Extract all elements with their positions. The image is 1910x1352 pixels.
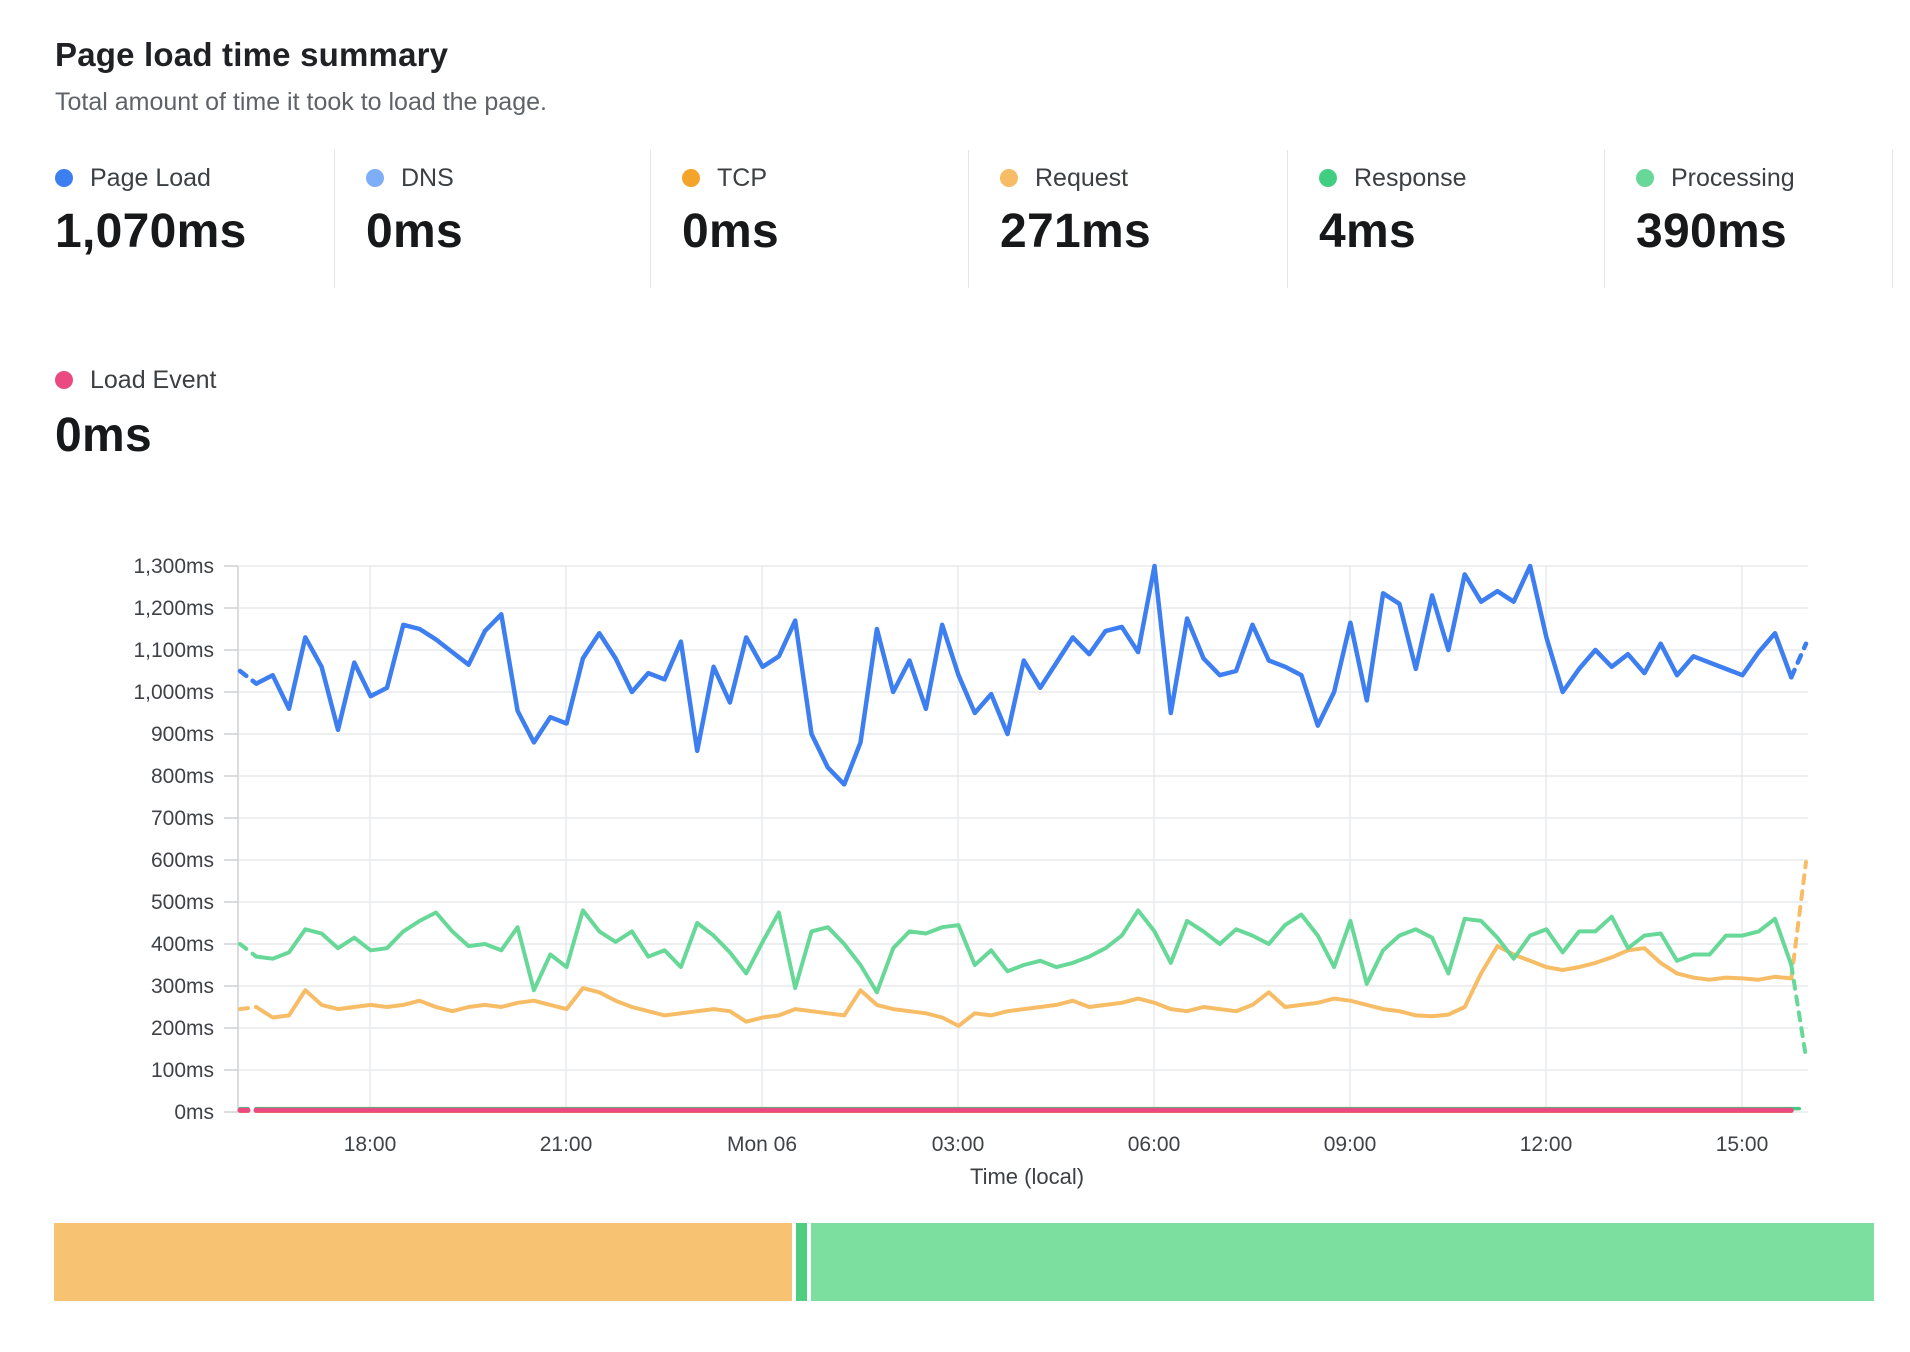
y-axis-label: 1,000ms [133, 681, 214, 704]
x-axis-label: 15:00 [1716, 1133, 1769, 1156]
y-axis-label: 1,100ms [133, 639, 214, 662]
series-line-processing [240, 944, 256, 957]
x-axis-label: 03:00 [932, 1133, 985, 1156]
page-title: Page load time summary [55, 36, 448, 74]
page-load-dot-icon [55, 169, 73, 187]
metric-label: Response [1354, 164, 1467, 193]
metric-label: TCP [717, 164, 767, 193]
tcp-dot-icon [682, 169, 700, 187]
y-axis-label: 200ms [151, 1017, 214, 1040]
metric-value: 4ms [1319, 204, 1604, 259]
metric-summary-row: Page Load 1,070ms DNS 0ms TCP 0ms Reques… [0, 150, 1895, 288]
x-axis-label: 06:00 [1128, 1133, 1181, 1156]
bar-segment-request [54, 1223, 792, 1301]
dns-dot-icon [366, 169, 384, 187]
x-axis-title: Time (local) [970, 1164, 1084, 1189]
metric-load-event: Load Event 0ms [55, 352, 217, 463]
series-line-page-load [256, 566, 1791, 784]
x-axis-label: Mon 06 [727, 1133, 797, 1156]
processing-dot-icon [1636, 169, 1654, 187]
y-axis-label: 600ms [151, 849, 214, 872]
metric-value: 0ms [366, 204, 650, 259]
metric-label: Page Load [90, 164, 211, 193]
bar-segment-response [796, 1223, 807, 1301]
chart-canvas[interactable]: 0ms 100ms 200ms 300ms 400ms 500ms 600ms 700ms 80… [0, 522, 1910, 1222]
load-time-chart[interactable]: 0ms 100ms 200ms 300ms 400ms 500ms 600ms 700ms 80… [0, 522, 1910, 1222]
y-axis-label: 1,200ms [133, 597, 214, 620]
series-line-request [240, 1007, 256, 1009]
y-axis-label: 100ms [151, 1059, 214, 1082]
metric-label: Load Event [90, 366, 217, 395]
x-axis-label: 18:00 [344, 1133, 397, 1156]
x-axis-label: 09:00 [1324, 1133, 1377, 1156]
metric-label: Request [1035, 164, 1128, 193]
metric-value: 390ms [1636, 204, 1892, 259]
y-axis-label: 1,300ms [133, 555, 214, 578]
x-axis-label: 12:00 [1520, 1133, 1573, 1156]
metric-label: Processing [1671, 164, 1795, 193]
y-axis-label: 800ms [151, 765, 214, 788]
metric-page-load: Page Load 1,070ms [0, 150, 334, 288]
response-dot-icon [1319, 169, 1337, 187]
y-axis-label: 700ms [151, 807, 214, 830]
metric-value: 0ms [55, 408, 217, 463]
metric-value: 1,070ms [55, 204, 334, 259]
y-axis-label: 500ms [151, 891, 214, 914]
metric-response: Response 4ms [1287, 150, 1604, 288]
page-subtitle: Total amount of time it took to load the… [55, 88, 547, 117]
y-axis-label: 400ms [151, 933, 214, 956]
metric-label: DNS [401, 164, 454, 193]
series-line-processing [1791, 965, 1806, 1057]
metric-value: 0ms [682, 204, 968, 259]
metric-value: 271ms [1000, 204, 1287, 259]
x-axis-label: 21:00 [540, 1133, 593, 1156]
series-line-request [1791, 862, 1806, 978]
series-line-processing [256, 910, 1791, 992]
metric-dns: DNS 0ms [334, 150, 650, 288]
metric-request: Request 271ms [968, 150, 1287, 288]
load-event-dot-icon [55, 371, 73, 389]
metric-tcp: TCP 0ms [650, 150, 968, 288]
series-line-page-load [1791, 644, 1806, 678]
load-time-proportion-bar [54, 1223, 1874, 1301]
bar-segment-processing [811, 1223, 1874, 1301]
metric-processing: Processing 390ms [1604, 150, 1893, 288]
y-axis-label: 300ms [151, 975, 214, 998]
y-axis-label: 900ms [151, 723, 214, 746]
series-line-page-load [240, 671, 256, 684]
y-axis-label: 0ms [174, 1101, 214, 1124]
request-dot-icon [1000, 169, 1018, 187]
